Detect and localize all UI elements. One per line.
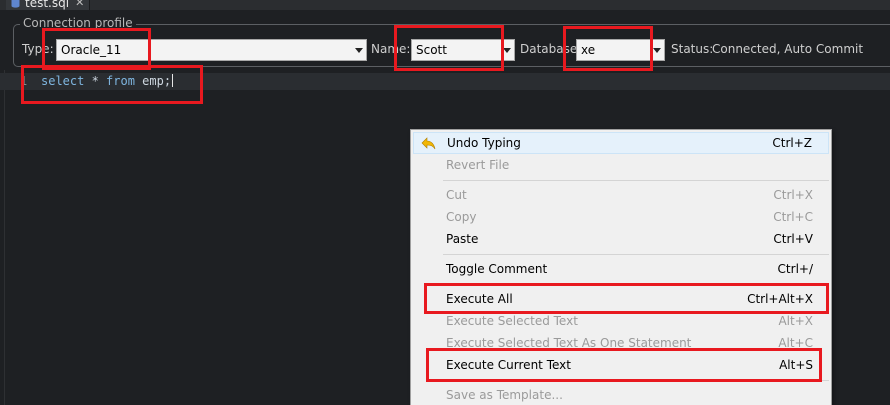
menu-separator: [443, 380, 829, 381]
editor-context-menu: Undo Typing Ctrl+Z Revert File Cut Ctrl+…: [410, 129, 832, 405]
undo-icon: [421, 137, 436, 150]
database-combo[interactable]: xe: [576, 39, 665, 61]
name-combo-value: Scott: [416, 43, 447, 57]
menu-item-toggle-comment[interactable]: Toggle Comment Ctrl+/: [413, 258, 829, 280]
type-combo[interactable]: Oracle_11: [56, 39, 367, 61]
sql-text: emp;: [134, 74, 172, 88]
menu-item-revert-file[interactable]: Revert File: [413, 154, 829, 176]
connection-profile-legend: Connection profile: [20, 16, 136, 30]
menu-item-paste[interactable]: Paste Ctrl+V: [413, 228, 829, 250]
tab-test-sql[interactable]: test.sql ✕: [6, 0, 90, 10]
menu-separator: [443, 180, 829, 181]
sql-keyword: from: [106, 74, 135, 88]
chevron-down-icon[interactable]: [653, 48, 661, 53]
menu-separator: [443, 254, 829, 255]
database-icon: [11, 0, 20, 8]
code-line[interactable]: select * from emp;: [41, 74, 174, 88]
chevron-down-icon[interactable]: [355, 48, 363, 53]
database-combo-value: xe: [581, 43, 596, 57]
status-value: Connected, Auto Commit: [712, 42, 864, 56]
menu-item-save-as-template[interactable]: Save as Template...: [413, 384, 829, 405]
type-combo-value: Oracle_11: [61, 43, 122, 57]
status-label: Status:: [671, 42, 714, 56]
type-label: Type:: [22, 42, 54, 56]
menu-item-execute-selected-one-statement[interactable]: Execute Selected Text As One Statement A…: [413, 332, 829, 354]
menu-item-execute-current-text[interactable]: Execute Current Text Alt+S: [413, 354, 829, 376]
name-combo[interactable]: Scott: [411, 39, 515, 61]
menu-separator: [443, 284, 829, 285]
name-label: Name:: [371, 42, 411, 56]
database-label: Database:: [520, 42, 582, 56]
editor-tab-strip: test.sql ✕: [0, 0, 890, 10]
chevron-down-icon[interactable]: [503, 48, 511, 53]
gutter-divider: [4, 70, 5, 405]
close-icon[interactable]: ✕: [75, 0, 84, 8]
menu-item-cut[interactable]: Cut Ctrl+X: [413, 184, 829, 206]
menu-item-undo-typing[interactable]: Undo Typing Ctrl+Z: [413, 132, 829, 154]
text-caret: [172, 74, 174, 87]
line-number: 1: [20, 74, 28, 88]
sql-keyword: select: [41, 74, 85, 88]
menu-item-execute-selected-text[interactable]: Execute Selected Text Alt+X: [413, 310, 829, 332]
menu-item-execute-all[interactable]: Execute All Ctrl+Alt+X: [413, 288, 829, 310]
menu-item-copy[interactable]: Copy Ctrl+C: [413, 206, 829, 228]
tab-title: test.sql: [25, 0, 70, 10]
sql-text: *: [84, 74, 107, 88]
